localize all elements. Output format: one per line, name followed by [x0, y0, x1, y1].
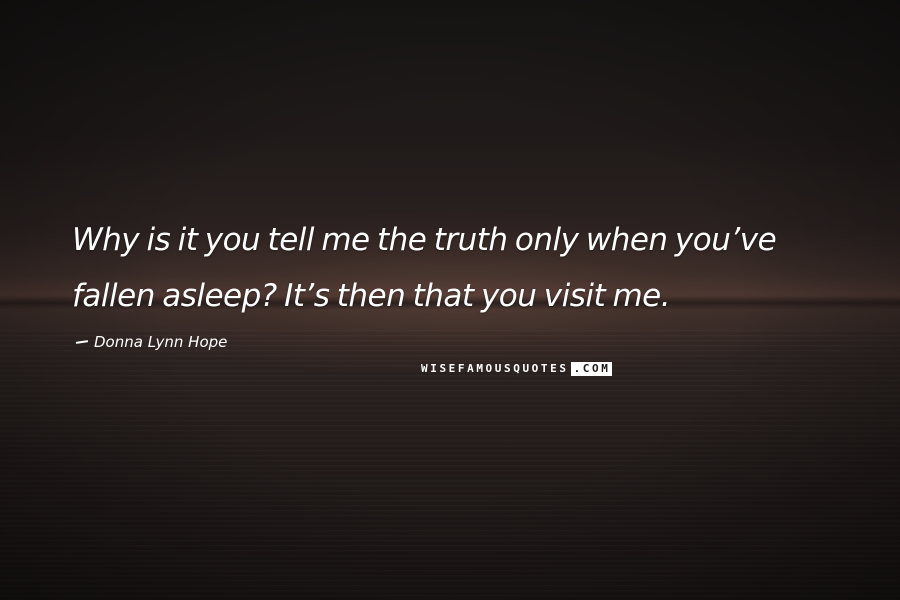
quote-author: Donna Lynn Hope [75, 333, 228, 351]
watermark-brand: WISEFAMOUSQUOTES [421, 362, 569, 375]
quote-line-1: Why is it you tell me the truth only whe… [72, 222, 777, 258]
author-name: Donna Lynn Hope [94, 333, 228, 351]
quote-line-2: fallen asleep? It’s then that you visit … [72, 278, 671, 314]
quote-text: Why is it you tell me the truth only whe… [72, 212, 852, 324]
author-dash-icon [75, 340, 89, 344]
background-photo: Why is it you tell me the truth only whe… [0, 0, 900, 600]
watermark-domain: .COM [570, 362, 613, 376]
site-watermark: WISEFAMOUSQUOTES .COM [421, 362, 613, 376]
